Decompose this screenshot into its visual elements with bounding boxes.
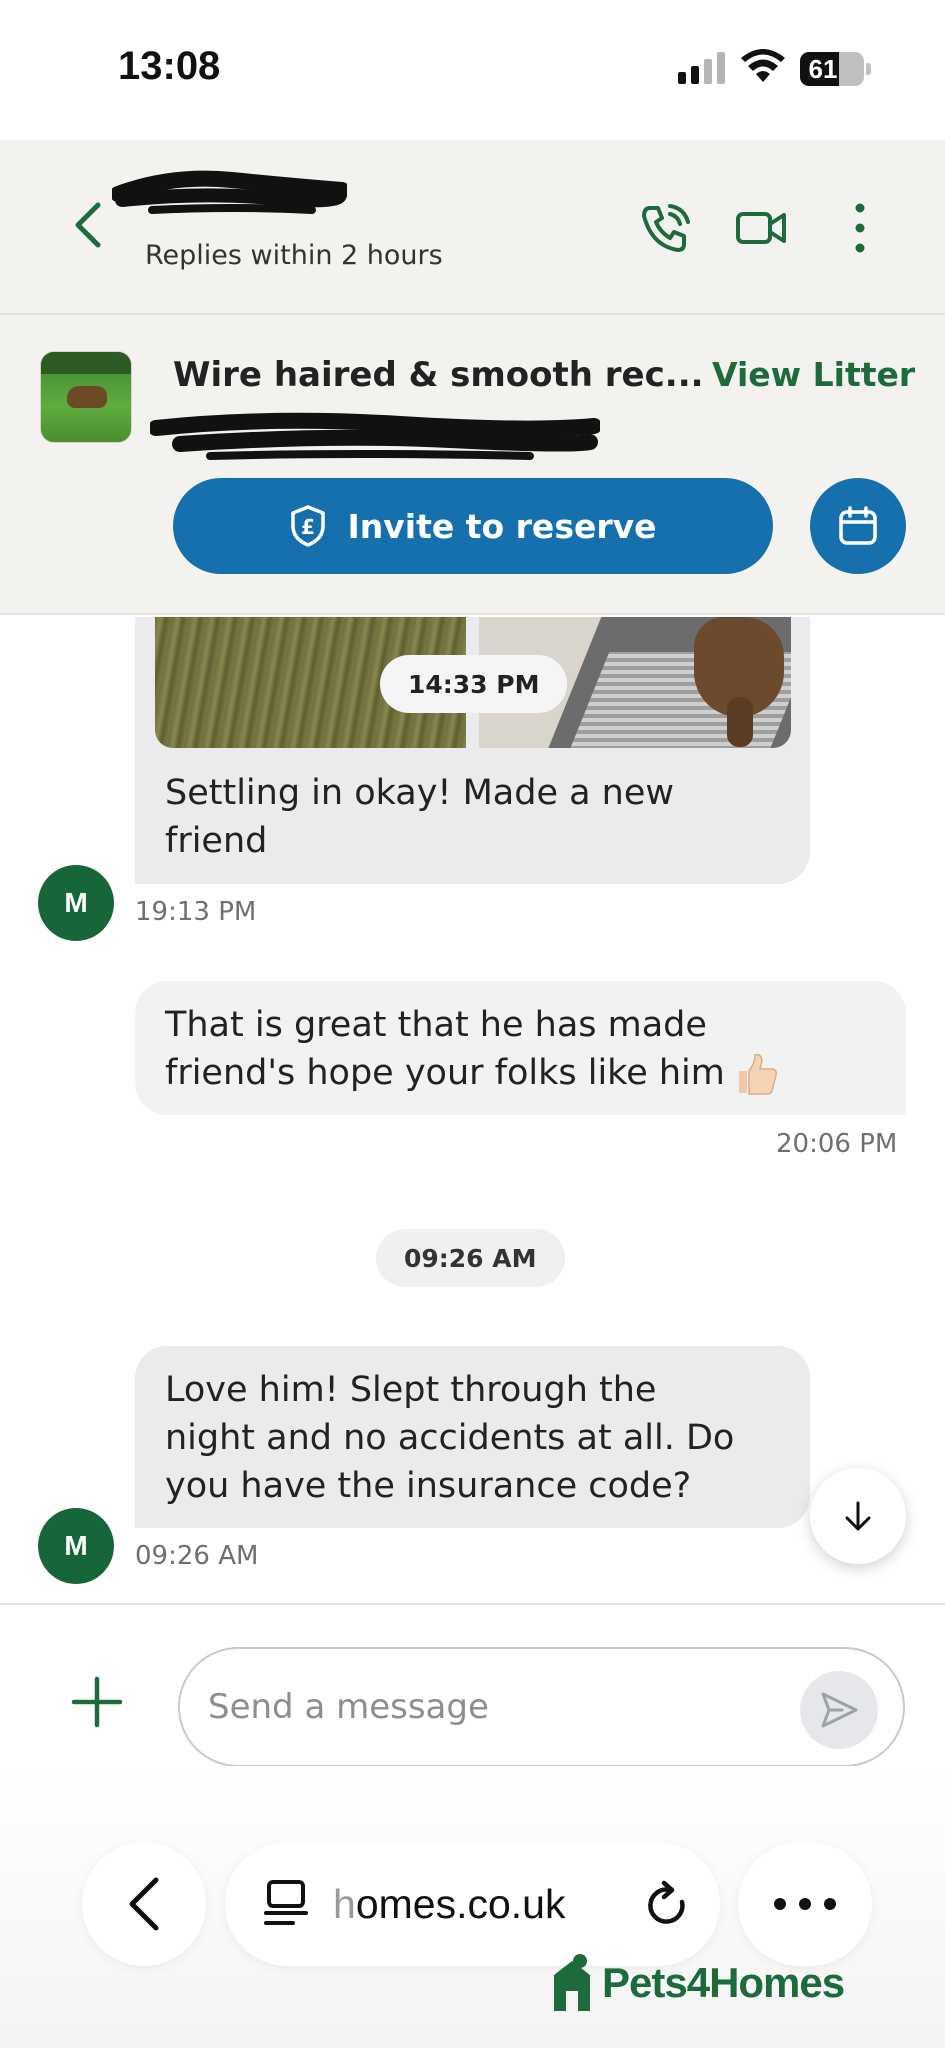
url-text: homes.co.uk: [333, 1880, 566, 1927]
more-options-icon[interactable]: [840, 200, 880, 256]
reload-icon[interactable]: [644, 1880, 692, 1932]
video-call-icon[interactable]: [734, 200, 790, 256]
message-line: you have the insurance code?: [165, 1466, 692, 1506]
message-bubble-incoming: Love him! Slept through the night and no…: [135, 1346, 810, 1528]
calendar-icon: [839, 506, 877, 545]
redacted-litter-subtitle: [150, 412, 600, 460]
calendar-button[interactable]: [810, 478, 906, 574]
message-timestamp: 20:06 PM: [776, 1129, 898, 1159]
date-divider: 09:26 AM: [376, 1229, 565, 1287]
browser-toolbar: homes.co.uk Pets4Homes: [0, 1766, 945, 2048]
invite-label: Invite to reserve: [347, 506, 657, 546]
cellular-signal-icon: [678, 52, 725, 84]
message-bubble-outgoing: That is great that he has made friend's …: [135, 981, 906, 1115]
pets4homes-logo-text: Pets4Homes: [602, 1959, 845, 2006]
add-attachment-icon[interactable]: [70, 1675, 124, 1729]
thumbs-up-emoji-icon: [738, 1053, 777, 1095]
status-time: 13:08: [118, 44, 221, 88]
message-line: Love him! Slept through the: [165, 1370, 657, 1410]
chat-header: Replies within 2 hours: [0, 140, 945, 315]
scroll-to-bottom-button[interactable]: [810, 1468, 906, 1564]
litter-bar: Wire haired & smooth rec... View Litter …: [0, 315, 945, 615]
back-arrow-icon: [129, 1877, 159, 1931]
battery-level: 61: [808, 54, 838, 84]
pets4homes-logo-icon: [554, 1954, 590, 2011]
arrow-down-icon: [845, 1501, 871, 1531]
status-bar: 13:08 61: [0, 0, 945, 140]
message-line: night and no accidents at all. Do: [165, 1418, 735, 1458]
sender-avatar: M: [38, 1508, 114, 1584]
ellipsis-icon: [774, 1898, 836, 1910]
message-line: That is great that he has made: [165, 1005, 707, 1045]
image-timestamp: 14:33 PM: [380, 655, 568, 713]
pets4homes-logo: Pets4Homes: [550, 1948, 845, 2018]
redacted-contact-name: [112, 170, 347, 214]
send-icon: [821, 1692, 858, 1728]
litter-title: Wire haired & smooth rec...: [173, 355, 704, 395]
message-composer: [0, 1603, 945, 1767]
battery-indicator: 61: [800, 52, 871, 86]
invite-to-reserve-button[interactable]: £ Invite to reserve: [173, 478, 773, 574]
back-chevron-icon[interactable]: [68, 200, 108, 250]
message-line: Settling in okay! Made a new: [165, 773, 675, 813]
shield-pound-icon: £: [291, 505, 326, 547]
phone-call-icon[interactable]: [638, 200, 694, 256]
send-button[interactable]: [800, 1671, 878, 1749]
reply-time-text: Replies within 2 hours: [145, 240, 443, 271]
message-line: friend's hope your folks like him: [165, 1053, 725, 1093]
browser-back-button[interactable]: [82, 1842, 206, 1966]
message-text: Settling in okay! Made a new friend: [135, 769, 755, 865]
view-litter-link[interactable]: View Litter: [712, 355, 915, 394]
message-input[interactable]: [178, 1647, 905, 1767]
message-timestamp: 09:26 AM: [135, 1541, 259, 1571]
message-list[interactable]: 14:33 PM Settling in okay! Made a new fr…: [0, 617, 945, 1602]
message-line: friend: [165, 821, 268, 861]
sender-avatar: M: [38, 865, 114, 941]
message-timestamp: 19:13 PM: [135, 897, 257, 927]
reader-mode-icon: [264, 1880, 308, 1925]
wifi-icon: [741, 49, 785, 82]
litter-thumbnail[interactable]: [40, 351, 132, 443]
svg-text:£: £: [302, 515, 316, 539]
